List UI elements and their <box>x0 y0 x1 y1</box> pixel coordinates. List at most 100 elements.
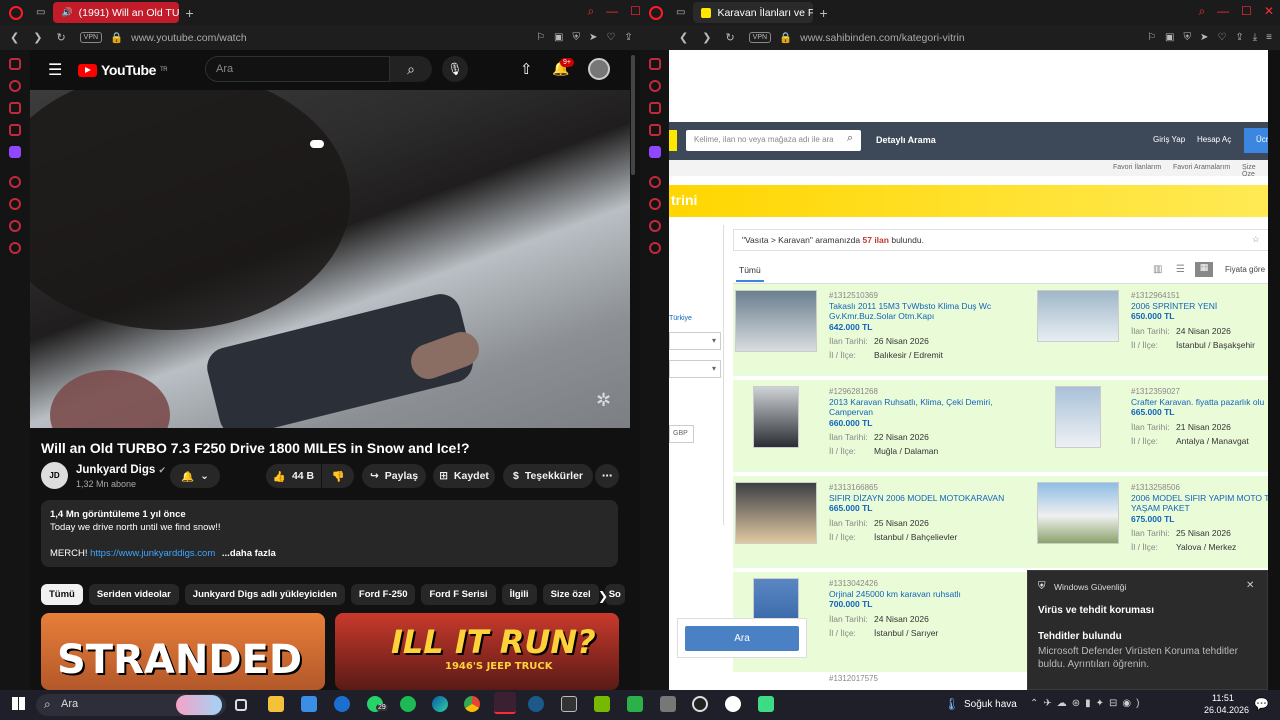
listing-card[interactable]: #1313166865 SIFIR DİZAYN 2006 MODEL MOTO… <box>733 476 1033 568</box>
more-actions-button[interactable]: ⋯ <box>595 464 619 488</box>
aria-icon[interactable] <box>649 80 661 92</box>
workspace-icon[interactable] <box>649 124 661 136</box>
shield-icon[interactable]: ⛨ <box>572 32 580 43</box>
steam-icon[interactable] <box>528 696 544 712</box>
video-description[interactable]: 1,4 Mn görüntüleme 1 yıl önce Today we d… <box>41 500 618 567</box>
listing-title[interactable]: Orjinal 245000 km karavan ruhsatlı <box>829 589 1019 599</box>
app-green-icon[interactable] <box>758 696 774 712</box>
avatar[interactable] <box>588 58 610 80</box>
youtube-logo[interactable]: YouTube TR <box>78 62 168 78</box>
sort-select[interactable]: Fiyata göre <box>1225 265 1265 274</box>
twitch-icon[interactable] <box>649 146 661 158</box>
listing-title[interactable]: Crafter Karavan. fiyatta pazarlık olu <box>1131 397 1268 407</box>
share-icon[interactable]: ⇪ <box>624 32 632 43</box>
opera-logo-icon[interactable] <box>9 5 23 20</box>
epic-games-icon[interactable] <box>561 696 577 712</box>
twitch-icon[interactable] <box>9 146 21 158</box>
edge-icon[interactable] <box>432 696 448 712</box>
snapshot-icon[interactable]: ▣ <box>554 32 563 43</box>
opera-gx-icon[interactable] <box>494 692 516 714</box>
microphone-icon[interactable]: 🎙 <box>442 56 468 82</box>
listing-title[interactable]: Takaslı 2011 15M3 TvWbsto Klima Duş Wc G… <box>829 301 1019 321</box>
notification-center-icon[interactable]: 💬 <box>1254 697 1269 711</box>
hamburger-menu-icon[interactable]: ☰ <box>48 60 62 80</box>
bookmark-icon[interactable]: ⚐ <box>1147 32 1156 43</box>
listing-card[interactable]: #1312510369 Takaslı 2011 15M3 TvWbsto Kl… <box>733 284 1033 376</box>
login-link[interactable]: Giriş Yap <box>1153 135 1185 144</box>
tab-sahibinden[interactable]: Karavan İlanları ve Fiyatları <box>693 2 814 23</box>
chip-ford-f250[interactable]: Ford F-250 <box>350 584 416 605</box>
app-arrow-icon[interactable] <box>627 696 643 712</box>
tab-youtube[interactable]: 🔊 (1991) Will an Old TURB <box>53 2 180 23</box>
heart-icon[interactable]: ♡ <box>606 32 615 43</box>
new-tab-button[interactable]: + <box>185 5 193 21</box>
outlook-icon[interactable] <box>334 696 350 712</box>
currency-select[interactable]: GBP <box>669 425 694 443</box>
store-icon[interactable] <box>301 696 317 712</box>
chips-next-chevron-icon[interactable]: ❯ <box>598 589 608 603</box>
listing-photo[interactable] <box>1037 290 1119 342</box>
like-button[interactable]: 👍 44 B <box>266 464 321 488</box>
listing-card[interactable]: #1296281268 2013 Karavan Ruhsatlı, Klima… <box>733 380 1033 472</box>
player-icon[interactable] <box>649 102 661 114</box>
spotify-icon[interactable] <box>400 696 416 712</box>
chip-series[interactable]: Seriden videolar <box>88 584 179 605</box>
file-explorer-icon[interactable] <box>268 696 284 712</box>
forward-icon[interactable]: ❯ <box>702 31 711 44</box>
merch-link[interactable]: https://www.junkyarddigs.com <box>90 548 215 559</box>
compact-view-icon[interactable]: ☰ <box>1176 264 1185 275</box>
tabs-overview-icon[interactable]: ▭ <box>36 7 45 18</box>
detailed-search-link[interactable]: Detaylı Arama <box>876 135 936 145</box>
windows-security-notification[interactable]: ⛨ Windows Güvenliği ✕ Virüs ve tehdit ko… <box>1027 570 1268 690</box>
clock-time[interactable]: 11:51 <box>1212 693 1234 703</box>
favorite-searches-link[interactable]: Favori Aramalarım <box>1173 164 1230 171</box>
url-field[interactable]: www.sahibinden.com/kategori-vitrin <box>800 32 965 44</box>
listing-photo[interactable] <box>735 290 817 352</box>
video-thumbnail-will-it-run[interactable]: ILL IT RUN? 1946'S JEEP TRUCK <box>335 613 619 690</box>
reload-icon[interactable]: ↻ <box>725 31 734 44</box>
tabs-overview-icon[interactable]: ▭ <box>676 7 685 18</box>
weather-icon[interactable]: 🌡 <box>944 697 959 711</box>
send-icon[interactable]: ➤ <box>1200 32 1208 43</box>
tray-icons[interactable]: ⌃✈☁⊛▮✦⊟◉) <box>1030 698 1144 709</box>
minimize-button[interactable]: — <box>606 4 618 19</box>
search-submit-button[interactable]: Ara <box>685 626 799 651</box>
aria-icon[interactable] <box>9 80 21 92</box>
heart-icon[interactable]: ♡ <box>1217 32 1226 43</box>
listing-card[interactable]: #1312359027 Crafter Karavan. fiyatta paz… <box>1035 380 1268 472</box>
scrollbar[interactable] <box>631 55 635 175</box>
menu-icon[interactable]: ≡ <box>1266 32 1272 43</box>
clock-date[interactable]: 26.04.2026 <box>1204 705 1249 715</box>
windows-start-icon[interactable] <box>12 697 25 710</box>
back-icon[interactable]: ❮ <box>679 31 688 44</box>
favorite-listings-link[interactable]: Favori İlanlarım <box>1113 164 1161 171</box>
settings-icon[interactable] <box>649 242 661 254</box>
for-you-link[interactable]: Size Öze <box>1242 164 1268 178</box>
close-icon[interactable]: ✕ <box>1246 580 1254 591</box>
discord-icon[interactable] <box>9 176 21 188</box>
thanks-button[interactable]: $ Teşekkürler <box>503 464 593 488</box>
extensions-icon[interactable] <box>649 220 661 232</box>
search-icon[interactable]: ⌕ <box>587 4 594 19</box>
upload-icon[interactable]: ⇧ <box>520 60 533 78</box>
nvidia-icon[interactable] <box>594 696 610 712</box>
search-input[interactable]: Ara <box>205 56 390 82</box>
obs-icon[interactable] <box>692 696 708 712</box>
filter-select-1[interactable]: ▾ <box>669 332 721 350</box>
listing-photo[interactable] <box>753 386 799 448</box>
search-button[interactable]: ⌕ <box>390 56 432 82</box>
listing-title[interactable]: SIFIR DİZAYN 2006 MODEL MOTOKARAVAN <box>829 493 1019 503</box>
listing-title[interactable]: 2006 SPRİNTER YENİ <box>1131 301 1268 311</box>
video-thumbnail-stranded[interactable]: STRANDED <box>41 613 325 690</box>
discord-icon[interactable] <box>725 696 741 712</box>
bookmark-icon[interactable]: ⚐ <box>536 32 545 43</box>
messenger-icon[interactable] <box>649 58 661 70</box>
subscribe-bell-button[interactable]: 🔔 ⌄ <box>170 464 220 488</box>
listing-card[interactable]: #1312964151 2006 SPRİNTER YENİ 650.000 T… <box>1035 284 1268 376</box>
list-view-icon[interactable]: ▥ <box>1153 264 1162 275</box>
channel-avatar[interactable]: JD <box>41 462 68 489</box>
app-cube-icon[interactable] <box>660 696 676 712</box>
extensions-icon[interactable] <box>9 220 21 232</box>
listing-photo[interactable] <box>735 482 817 544</box>
chip-uploader[interactable]: Junkyard Digs adlı yükleyiciden <box>184 584 345 605</box>
